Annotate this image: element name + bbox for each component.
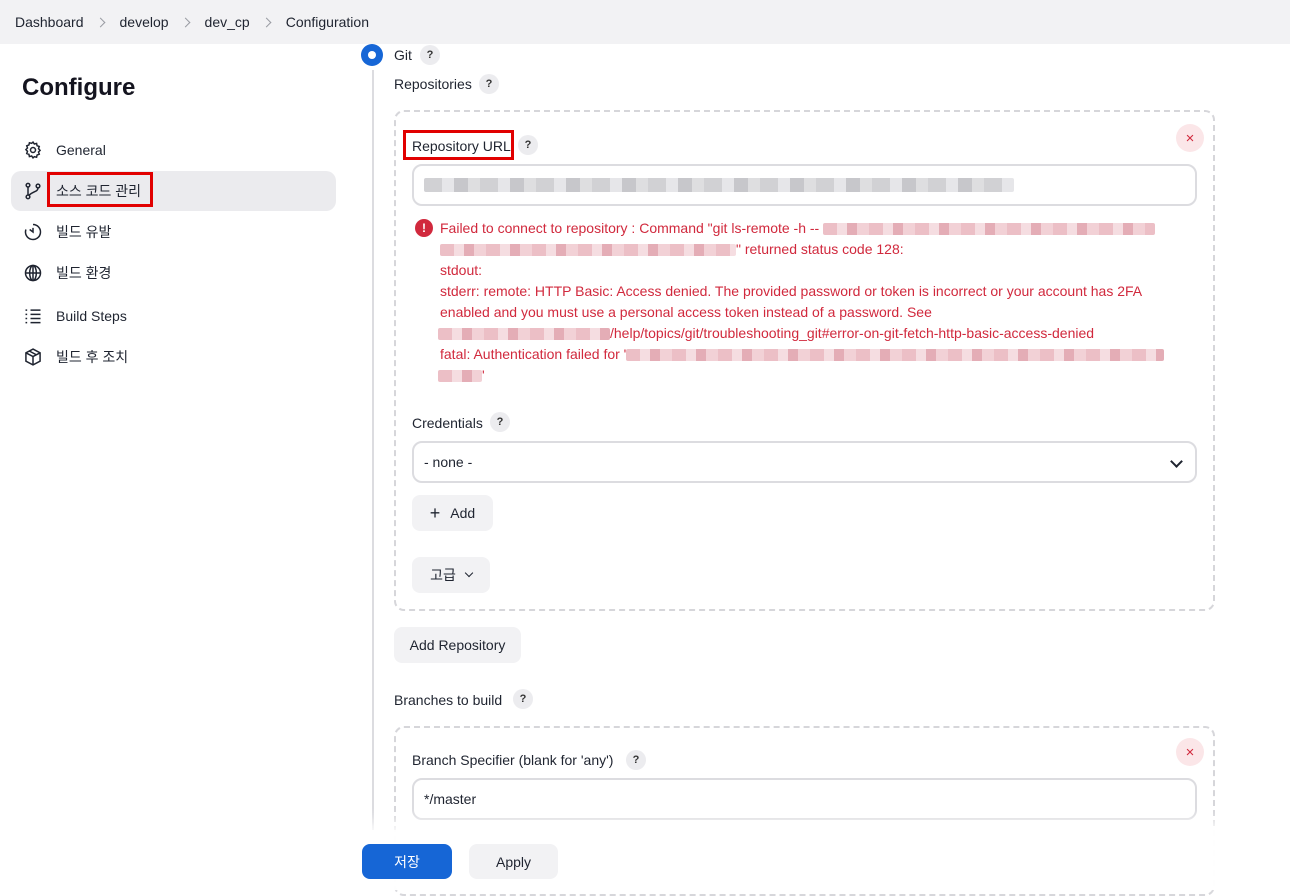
page-title: Configure	[22, 74, 136, 101]
error-line: Failed to connect to repository : Comman…	[440, 220, 1156, 236]
error-icon: !	[415, 219, 433, 237]
package-icon	[23, 347, 43, 367]
remove-repository-button[interactable]: ×	[1176, 124, 1204, 152]
chevron-right-icon	[180, 17, 190, 27]
list-icon	[23, 306, 43, 326]
branch-specifier-label: Branch Specifier (blank for 'any')	[412, 752, 614, 768]
redacted-url	[424, 178, 1014, 192]
sidebar-item-general[interactable]: General	[11, 130, 336, 170]
sidebar-item-label: Build Steps	[56, 308, 127, 324]
help-icon[interactable]: ?	[513, 689, 533, 709]
sidebar-item-label: 빌드 환경	[56, 265, 112, 281]
sidebar-item-label: 소스 코드 관리	[56, 183, 142, 199]
scm-section: Git ? Repositories ? × Repository URL ? …	[350, 44, 1290, 896]
error-line: enabled and you must use a personal acce…	[440, 304, 932, 320]
help-icon[interactable]: ?	[626, 750, 646, 770]
sidebar-item-source-code[interactable]: 소스 코드 관리	[11, 171, 336, 211]
branches-label: Branches to build	[394, 692, 503, 708]
error-line: fatal: Authentication failed for '	[440, 346, 1165, 362]
sidebar: Configure General 소스 코드 관리 빌드 유발 빌드 환경 B…	[0, 44, 350, 890]
credentials-select[interactable]: - none -	[412, 441, 1197, 483]
add-credentials-button[interactable]: + Add	[412, 495, 493, 531]
help-icon[interactable]: ?	[479, 74, 499, 94]
credentials-value: - none -	[424, 454, 473, 470]
git-label: Git	[394, 47, 412, 63]
breadcrumb-develop[interactable]: develop	[120, 14, 169, 30]
help-icon[interactable]: ?	[420, 45, 440, 65]
branch-specifier-input[interactable]: */master	[412, 778, 1197, 820]
repository-url-label: Repository URL	[412, 138, 511, 154]
sidebar-item-label: 빌드 후 조치	[56, 349, 129, 365]
breadcrumb: Dashboard develop dev_cp Configuration	[0, 0, 1290, 44]
error-line: stdout:	[440, 262, 483, 278]
repository-panel: × Repository URL ? ! Failed to connect t…	[394, 110, 1215, 611]
repository-url-input[interactable]	[412, 164, 1197, 206]
chevron-down-icon	[464, 568, 474, 578]
remove-branch-button[interactable]: ×	[1176, 738, 1204, 766]
section-divider	[372, 70, 374, 830]
chevron-right-icon	[261, 17, 272, 27]
advanced-button[interactable]: 고급	[412, 557, 490, 593]
breadcrumb-configuration[interactable]: Configuration	[286, 14, 369, 30]
gear-icon	[23, 140, 43, 160]
breadcrumb-dashboard[interactable]: Dashboard	[15, 14, 84, 30]
help-icon[interactable]: ?	[518, 135, 538, 155]
save-button[interactable]: 저장	[362, 844, 452, 879]
sidebar-item-label: General	[56, 142, 106, 158]
chevron-down-icon	[1170, 455, 1183, 468]
sidebar-item-build-triggers[interactable]: 빌드 유발	[11, 212, 336, 252]
branch-specifier-value: */master	[424, 791, 477, 807]
apply-button[interactable]: Apply	[469, 844, 558, 879]
plus-icon: +	[429, 503, 441, 523]
sidebar-item-build-steps[interactable]: Build Steps	[11, 296, 336, 336]
add-repository-button[interactable]: Add Repository	[394, 627, 521, 663]
timer-icon	[23, 222, 43, 242]
git-radio[interactable]	[361, 44, 383, 66]
sidebar-item-label: 빌드 유발	[56, 224, 112, 240]
sidebar-item-post-build[interactable]: 빌드 후 조치	[11, 337, 336, 377]
globe-icon	[23, 263, 43, 283]
error-line: '	[438, 367, 485, 383]
chevron-right-icon	[95, 17, 105, 27]
repositories-label: Repositories	[394, 76, 472, 92]
error-line: stderr: remote: HTTP Basic: Access denie…	[440, 283, 1143, 299]
help-icon[interactable]: ?	[490, 412, 510, 432]
credentials-label: Credentials	[412, 415, 483, 431]
branch-icon	[23, 181, 43, 201]
advanced-label: 고급	[430, 567, 456, 583]
error-line: " returned status code 128:	[440, 241, 904, 257]
error-line: /help/topics/git/troubleshooting_git#err…	[438, 325, 1094, 341]
sidebar-item-build-environment[interactable]: 빌드 환경	[11, 253, 336, 293]
breadcrumb-dev-cp[interactable]: dev_cp	[205, 14, 250, 30]
add-label: Add	[450, 505, 476, 521]
